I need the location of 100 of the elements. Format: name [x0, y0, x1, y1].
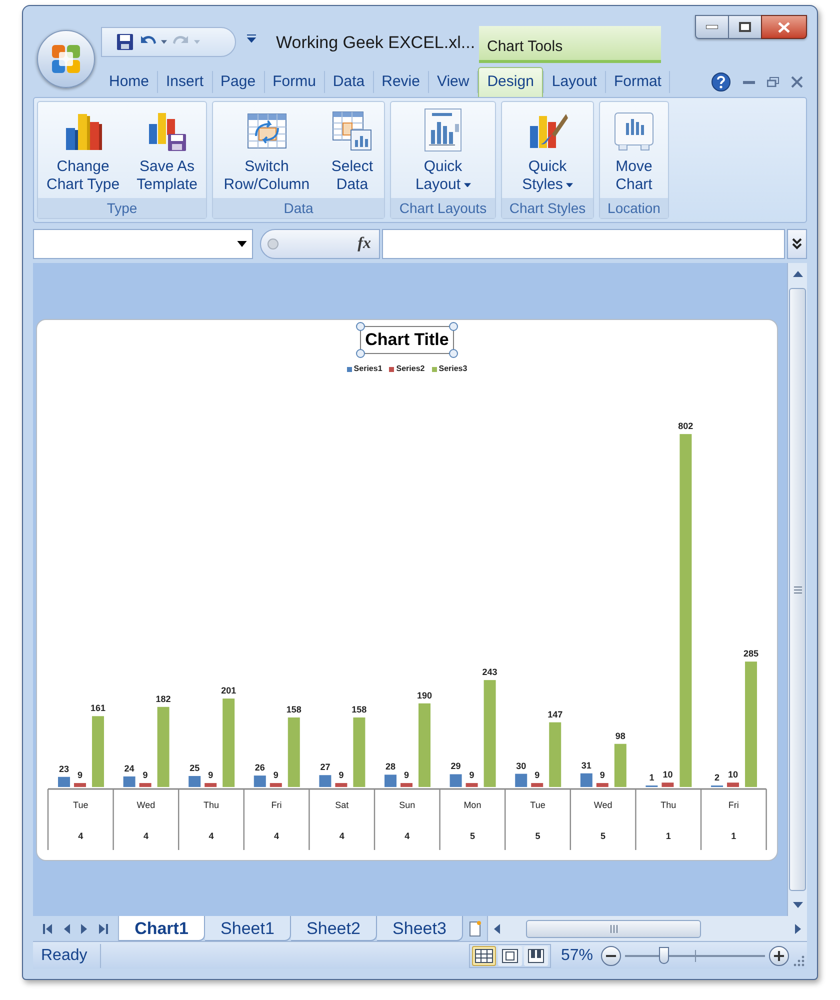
- group-label: Location: [600, 198, 668, 218]
- grip-icon: [794, 586, 802, 594]
- ribbon-button[interactable]: Quick Layout: [412, 102, 474, 194]
- zoom-in-button[interactable]: [769, 946, 789, 966]
- data-label: 9: [208, 770, 214, 780]
- data-label: 2: [714, 772, 720, 782]
- sheet-tab[interactable]: Sheet3: [377, 916, 463, 941]
- sheet-tab[interactable]: Sheet1: [205, 916, 291, 941]
- legend-label: Series2: [396, 363, 425, 375]
- scroll-up-arrow[interactable]: [792, 271, 802, 277]
- selection-handle[interactable]: [448, 349, 458, 358]
- view-button[interactable]: [498, 946, 522, 966]
- office-button[interactable]: [37, 30, 95, 88]
- scroll-left-arrow[interactable]: [494, 924, 500, 934]
- bar: [727, 782, 739, 787]
- zoom-level[interactable]: 57%: [560, 944, 593, 968]
- category-group-label: 5: [470, 831, 475, 841]
- data-label: 1: [649, 772, 654, 782]
- data-label: 10: [662, 770, 673, 780]
- data-label: 9: [273, 770, 278, 780]
- ribbon-button[interactable]: Save As Template: [134, 102, 200, 194]
- legend-label: Series3: [438, 363, 468, 375]
- close-icon[interactable]: [791, 76, 803, 88]
- restore-button[interactable]: [729, 15, 761, 39]
- page-icon: [502, 948, 518, 962]
- data-label: 98: [615, 730, 626, 741]
- data-label: 201: [221, 686, 236, 696]
- data-label: 158: [286, 704, 302, 714]
- ribbon-tab[interactable]: Insert: [158, 67, 212, 97]
- ribbon-tab[interactable]: Page: [212, 67, 264, 97]
- help-icon[interactable]: [711, 72, 731, 92]
- ribbon-tab[interactable]: Layout: [544, 67, 605, 97]
- grid-icon: [474, 948, 493, 962]
- bar: [549, 722, 562, 787]
- ribbon-tab[interactable]: Format: [606, 67, 670, 97]
- category-label: Mon: [464, 800, 482, 810]
- bar: [123, 776, 136, 787]
- scroll-thumb[interactable]: [789, 288, 806, 891]
- zoom-slider-track[interactable]: [625, 946, 765, 964]
- bar: [288, 717, 300, 787]
- data-label: 243: [482, 667, 498, 678]
- zoom-slider-thumb[interactable]: [659, 946, 670, 964]
- ribbon-button[interactable]: Switch Row/Column: [220, 102, 313, 194]
- data-label: 9: [469, 770, 474, 780]
- caret-icon: [237, 241, 247, 247]
- ribbon-button[interactable]: Quick Styles: [519, 102, 576, 194]
- view-button[interactable]: [472, 946, 496, 966]
- minimize-icon[interactable]: [743, 80, 755, 84]
- insert-function-button[interactable]: fx: [260, 229, 380, 259]
- data-label: 27: [320, 762, 330, 772]
- data-label: 9: [142, 770, 148, 780]
- ribbon-tab[interactable]: Design: [478, 67, 543, 97]
- ribbon-tab[interactable]: Data: [324, 67, 373, 97]
- chart-area[interactable]: Chart Title Series1 Series2 Series3 23 9 161 24 9 182 25 9 201 26 9 158 27 9 158 28 9 190 29 9 243 30 9 147 31 9 98 1 10 802 2 10 285 Tue Wed Thu Fri Sat Sun Mon Tue Wed Thu Fri 4 4 4 4 4 4 5 5 5 1 1: [36, 319, 778, 861]
- caret-icon: [161, 40, 167, 44]
- sheet-tab[interactable]: Chart1: [119, 916, 205, 941]
- ribbon-button[interactable]: Change Chart Type: [44, 102, 123, 194]
- view-button[interactable]: [524, 946, 548, 966]
- next-sheet-icon[interactable]: [81, 924, 88, 934]
- bar: [596, 783, 608, 787]
- scroll-down-arrow[interactable]: [792, 902, 802, 908]
- category-label: Thu: [660, 800, 676, 810]
- restore-icon[interactable]: [767, 77, 779, 87]
- ribbon-tab[interactable]: Revie: [374, 67, 428, 97]
- first-sheet-icon[interactable]: [42, 924, 52, 934]
- selection-handle[interactable]: [448, 322, 458, 331]
- category-label: Wed: [594, 800, 612, 810]
- insert-sheet-icon[interactable]: [469, 920, 481, 936]
- previous-sheet-icon[interactable]: [64, 924, 70, 934]
- save-icon[interactable]: [116, 33, 134, 51]
- bar: [515, 774, 528, 787]
- category-group-label: 5: [600, 831, 606, 841]
- ribbon-tab[interactable]: Home: [101, 67, 158, 97]
- ribbon-button[interactable]: Select Data: [328, 102, 376, 194]
- category-label: Fri: [271, 800, 282, 810]
- last-sheet-icon[interactable]: [99, 924, 108, 934]
- minimize-button[interactable]: [695, 15, 729, 39]
- bar: [335, 783, 348, 787]
- zoom-out-button[interactable]: [601, 946, 621, 966]
- ribbon-tab[interactable]: View: [428, 67, 478, 97]
- selection-handle[interactable]: [356, 349, 366, 358]
- resize-grip-icon[interactable]: [793, 955, 805, 967]
- category-group-label: 4: [274, 831, 280, 841]
- scroll-right-arrow[interactable]: [795, 924, 801, 934]
- data-label: 28: [386, 762, 396, 772]
- expand-button[interactable]: [787, 229, 807, 259]
- customize-toolbar-icon[interactable]: [246, 34, 256, 43]
- selection-handle[interactable]: [356, 322, 366, 331]
- close-button[interactable]: [761, 15, 807, 39]
- category-group-label: 4: [78, 831, 84, 841]
- ribbon-button[interactable]: Move Chart: [610, 102, 658, 194]
- ribbon-tab[interactable]: Formu: [264, 67, 324, 97]
- data-label: 158: [352, 704, 367, 714]
- category-group-label: 1: [731, 831, 736, 841]
- formula-field[interactable]: [382, 229, 785, 259]
- scroll-thumb[interactable]: [526, 920, 701, 938]
- sheet-tab[interactable]: Sheet2: [291, 916, 377, 941]
- window-title: Working Geek EXCEL.xl...: [275, 32, 476, 54]
- data-label: 190: [416, 690, 432, 700]
- category-label: Sun: [399, 800, 416, 810]
